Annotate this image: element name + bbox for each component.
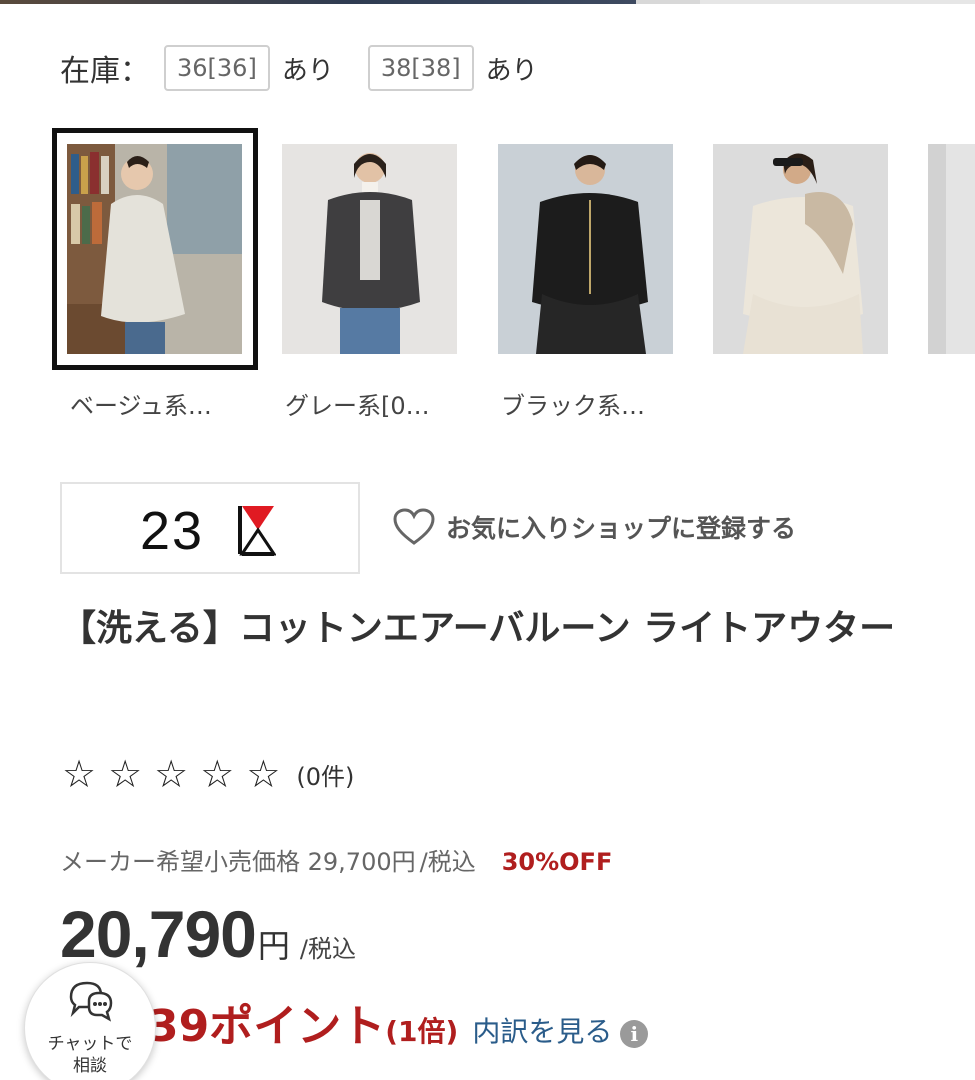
heart-icon: [393, 508, 435, 545]
star-empty-icon: ☆: [108, 752, 143, 796]
info-circle-icon[interactable]: i: [620, 1020, 649, 1048]
photo-gray-jacket: [282, 144, 457, 354]
shop-logo[interactable]: 23: [60, 482, 360, 574]
size-availability-36: あり: [281, 55, 334, 86]
image-edge-dark: [0, 0, 636, 4]
msrp-tax-label: /税込: [419, 848, 476, 876]
photo-beige-jacket: [67, 144, 242, 354]
color-thumbnail-gray[interactable]: [282, 144, 457, 354]
size-chip-38[interactable]: 38[38]: [367, 45, 474, 91]
star-empty-icon: ☆: [154, 752, 189, 796]
price-tax-label: /税込: [299, 935, 356, 963]
color-thumbnail-ivory[interactable]: [713, 144, 888, 354]
points-breakdown-link[interactable]: 内訳を見る: [472, 1010, 612, 1050]
points-value: 39ポイント: [148, 1001, 386, 1052]
color-label-beige[interactable]: ベージュ系…: [70, 386, 212, 421]
image-edge-gray: [636, 0, 700, 4]
color-thumbnail-black[interactable]: [498, 144, 673, 354]
chat-bubbles-icon: [69, 981, 113, 1022]
favorite-shop-label: お気に入りショップに登録する: [446, 514, 797, 543]
favorite-shop-button[interactable]: お気に入りショップに登録する: [392, 505, 796, 549]
photo-partial-next: [928, 144, 975, 354]
msrp-row: メーカー希望小売価格 29,700円 /税込 30%OFF: [60, 842, 612, 877]
rating-row[interactable]: ☆ ☆ ☆ ☆ ☆ (0件): [62, 752, 354, 796]
stock-label: 在庫：: [60, 54, 150, 89]
sale-price: 20,790: [60, 897, 257, 971]
color-thumbnail-partial[interactable]: [928, 144, 975, 354]
star-empty-icon: ☆: [62, 752, 97, 796]
image-edge-light: [700, 0, 975, 4]
color-label-gray[interactable]: グレー系[0…: [285, 386, 430, 421]
currency-label: 円: [257, 927, 290, 965]
hourglass-logo-icon: [238, 506, 276, 556]
chat-label-line1: チャットで: [47, 1034, 133, 1054]
points-multiplier: (1倍): [385, 1015, 459, 1048]
chat-label: チャットで 相談: [25, 1033, 155, 1077]
color-thumbnail-carousel: ベージュ系… グレー系[0… ブラック系…: [0, 128, 975, 428]
star-empty-icon: ☆: [200, 752, 235, 796]
points-row: 39ポイント (1倍) 内訳を見る i: [148, 990, 649, 1054]
product-title: 【洗える】コットンエアーバルーン ライトアウター: [60, 608, 896, 649]
price-row: 20,790 円 /税込: [60, 896, 356, 972]
color-label-black[interactable]: ブラック系…: [501, 386, 645, 421]
photo-black-jacket: [498, 144, 673, 354]
star-empty-icon: ☆: [246, 752, 281, 796]
photo-ivory-jacket: [713, 144, 888, 354]
color-thumbnail-beige[interactable]: [67, 144, 242, 354]
chat-label-line2: 相談: [73, 1056, 107, 1076]
size-chip-36[interactable]: 36[36]: [164, 45, 270, 91]
msrp-price: メーカー希望小売価格 29,700円: [60, 848, 416, 876]
top-image-strip: [0, 0, 975, 4]
review-count[interactable]: (0件): [296, 757, 354, 792]
shop-logo-text: 23: [140, 501, 205, 561]
chat-consult-button[interactable]: チャットで 相談: [24, 962, 156, 1080]
stock-row: 在庫： 36[36] あり 38[38] あり: [60, 44, 572, 92]
size-availability-38: あり: [485, 55, 538, 86]
discount-badge: 30%OFF: [501, 848, 613, 876]
